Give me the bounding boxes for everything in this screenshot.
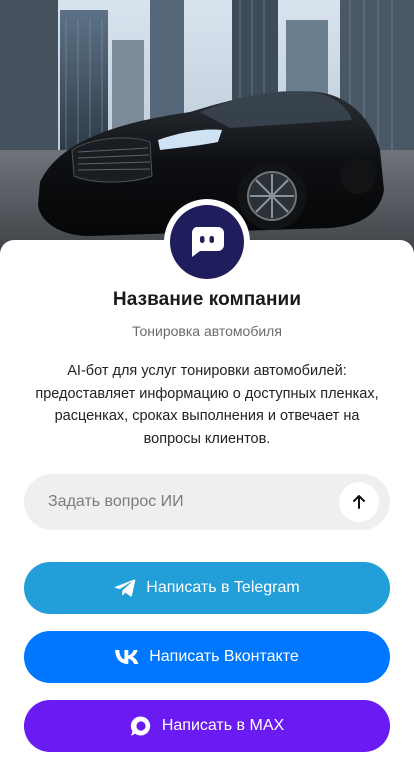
vk-button[interactable]: Написать Вконтакте	[24, 631, 390, 683]
arrow-up-icon	[353, 495, 365, 509]
telegram-button-label: Написать в Telegram	[146, 579, 300, 596]
chat-bot-icon	[191, 227, 224, 257]
send-button[interactable]	[339, 482, 379, 522]
telegram-icon	[114, 578, 136, 598]
ask-ai-input[interactable]	[48, 493, 338, 511]
company-subtitle: Тонировка автомобиля	[132, 323, 282, 339]
avatar-ring	[164, 199, 250, 285]
ask-ai-box	[24, 474, 390, 530]
telegram-button[interactable]: Написать в Telegram	[24, 562, 390, 614]
vk-icon	[115, 650, 139, 664]
avatar	[170, 205, 244, 279]
vk-button-label: Написать Вконтакте	[149, 648, 299, 665]
company-name: Название компании	[112, 289, 302, 310]
max-button-label: Написать в MAX	[161, 717, 285, 734]
company-description: AI-бот для услуг тонировки автомобилей: …	[35, 363, 379, 447]
max-button[interactable]: Написать в MAX	[24, 700, 390, 752]
max-icon	[130, 715, 152, 737]
